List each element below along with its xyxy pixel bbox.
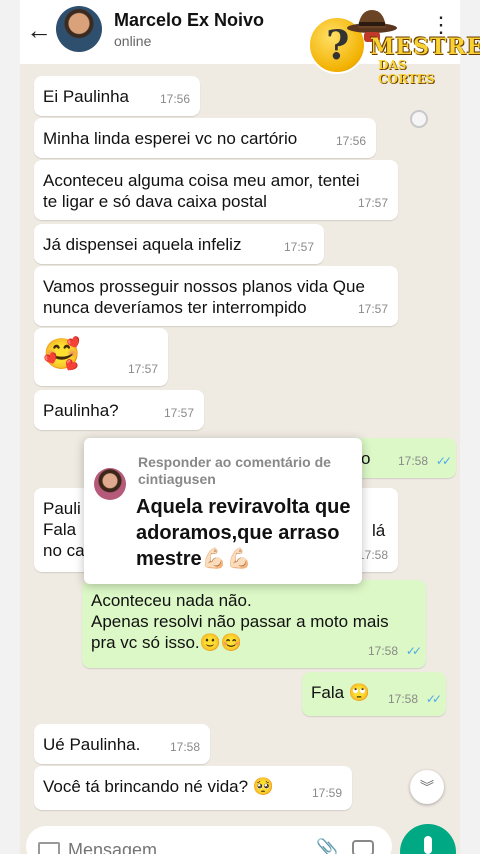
read-ticks-icon: ✓✓ (435, 454, 452, 468)
paperclip-icon[interactable]: 📎 (316, 838, 338, 854)
message-text: Pauli Fala no ca (43, 499, 85, 560)
comment-reply-card: Responder ao comentário de cintiagusen A… (84, 438, 362, 584)
message-time: 17:57 (127, 362, 158, 376)
message-bubble[interactable]: Aconteceu alguma coisa meu amor, tentei … (34, 160, 398, 220)
contact-avatar[interactable] (56, 6, 102, 52)
message-text: Aconteceu alguma coisa meu amor, tentei … (43, 171, 360, 211)
mic-icon (424, 836, 432, 854)
message-input[interactable] (68, 840, 248, 854)
message-text: Aconteceu nada não. Apenas resolvi não p… (91, 591, 389, 652)
message-bubble[interactable]: Ei Paulinha 17:56 (34, 76, 200, 116)
message-time: 17:58 (367, 644, 398, 658)
keyboard-icon[interactable] (38, 842, 60, 854)
contact-status: online (114, 33, 152, 49)
message-time: 17:57 (283, 240, 314, 254)
message-time: 17:56 (335, 134, 366, 148)
message-text-fragment: lá (372, 521, 386, 540)
message-time: 17:58 (387, 692, 418, 706)
comment-reply-header: Responder ao comentário de cintiagusen (138, 454, 331, 487)
message-time: 17:58 (357, 548, 388, 562)
scroll-down-button[interactable]: ︾ (410, 770, 444, 804)
message-bubble[interactable]: Ué Paulinha. 17:58 (34, 724, 210, 764)
message-text: Minha linda esperei vc no cartório (43, 129, 298, 148)
read-ticks-icon: ✓✓ (405, 644, 422, 658)
message-emoji: 🥰 (43, 338, 81, 371)
arrow-left-icon[interactable]: ← (26, 16, 52, 44)
read-ticks-icon: ✓✓ (425, 692, 442, 706)
message-time: 17:57 (163, 406, 194, 420)
double-chevron-down-icon: ︾ (420, 779, 434, 795)
message-time: 17:56 (159, 92, 190, 106)
message-bubble[interactable]: Minha linda esperei vc no cartório 17:56 (34, 118, 376, 158)
frame-left-margin (0, 0, 20, 854)
camera-icon[interactable] (352, 840, 374, 854)
scroll-indicator (410, 110, 428, 128)
message-text: Paulinha? (43, 401, 119, 420)
watermark-subtitle: DAS CORTES (378, 58, 435, 86)
watermark-title: MESTRE (370, 34, 480, 60)
message-bubble[interactable]: Paulinha? 17:57 (34, 390, 204, 430)
frame-right-margin (460, 0, 480, 854)
message-text: Fala 🙄 (311, 683, 370, 702)
comment-text: Aquela reviravolta que adoramos,que arra… (136, 496, 351, 570)
message-text: Vamos prosseguir nossos planos vida Que … (43, 277, 365, 317)
commenter-avatar (94, 468, 126, 500)
message-time: 17:57 (357, 302, 388, 316)
watermark-logo: ? MESTRE DAS CORTES (306, 4, 480, 86)
message-time: 17:58 (169, 740, 200, 754)
message-time: 17:58 (397, 454, 428, 468)
message-time: 17:57 (357, 196, 388, 210)
message-bubble[interactable]: 🥰 17:57 (34, 328, 168, 386)
message-bubble[interactable]: Vamos prosseguir nossos planos vida Que … (34, 266, 398, 326)
message-composer[interactable]: 📎 (26, 826, 392, 854)
message-bubble[interactable]: Já dispensei aquela infeliz 17:57 (34, 224, 324, 264)
message-text: Ei Paulinha (43, 87, 130, 106)
message-text: Ué Paulinha. (43, 735, 141, 754)
message-text: Já dispensei aquela infeliz (43, 235, 242, 254)
message-time: 17:59 (311, 786, 342, 800)
contact-name[interactable]: Marcelo Ex Noivo (114, 10, 264, 31)
message-bubble[interactable]: Você tá brincando né vida? 🥺 17:59 (34, 766, 352, 810)
message-text: Você tá brincando né vida? 🥺 (43, 777, 274, 796)
message-text: o (361, 449, 371, 468)
message-bubble-outgoing[interactable]: Fala 🙄 17:58 ✓✓ (302, 672, 446, 716)
message-bubble-outgoing[interactable]: Aconteceu nada não. Apenas resolvi não p… (82, 580, 426, 668)
